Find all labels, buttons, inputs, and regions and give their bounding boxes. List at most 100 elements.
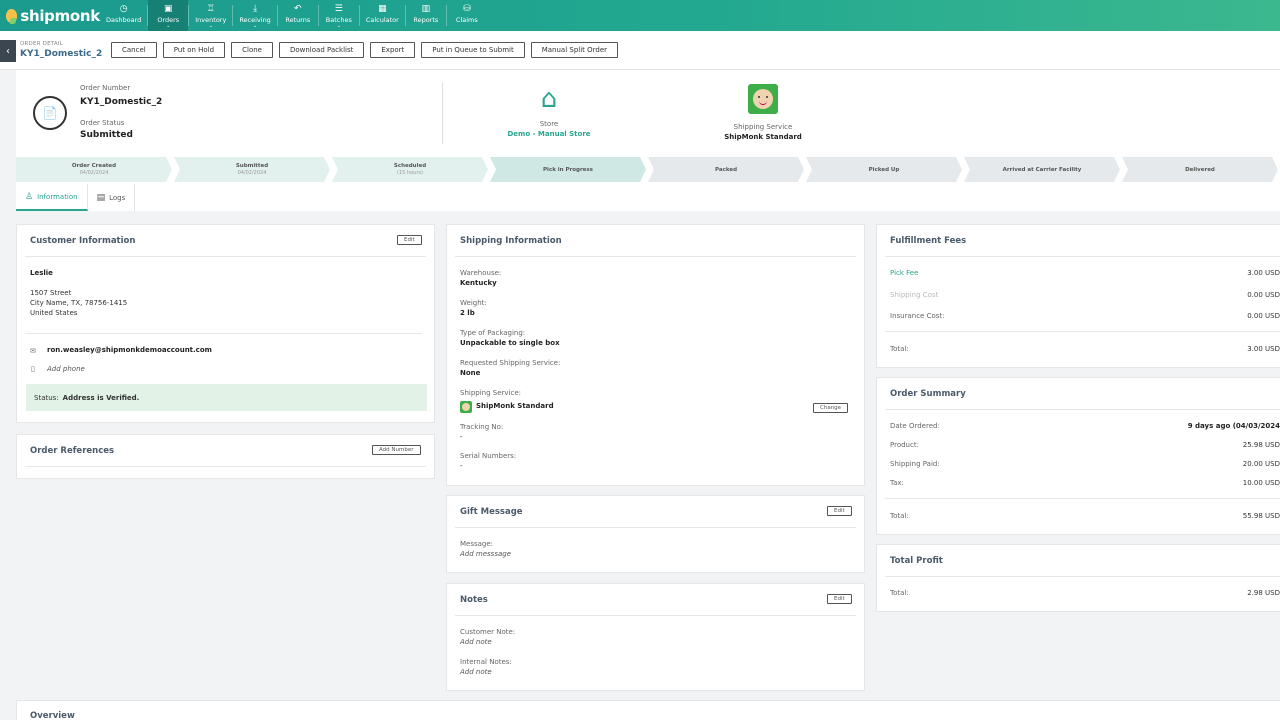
divider bbox=[25, 333, 422, 334]
inventory-icon: ♖ bbox=[206, 3, 215, 14]
put-on-hold-button[interactable]: Put on Hold bbox=[162, 42, 226, 58]
person-icon: ♙ bbox=[25, 191, 34, 202]
returns-icon: ↶ bbox=[294, 3, 302, 14]
warehouse-value: Kentucky bbox=[460, 279, 497, 287]
calculator-icon: ▦ bbox=[378, 3, 387, 14]
store-value[interactable]: Demo - Manual Store bbox=[499, 130, 599, 138]
requested-service-value: None bbox=[460, 369, 481, 377]
tab-information[interactable]: ♙ Information bbox=[16, 184, 88, 211]
clone-button[interactable]: Clone bbox=[231, 42, 273, 58]
add-phone-link[interactable]: Add phone bbox=[47, 365, 85, 373]
address-line-2: City Name, TX, 78756-1415 bbox=[30, 299, 128, 307]
add-customer-note-link[interactable]: Add note bbox=[460, 638, 492, 646]
shipping-service-label: Shipping Service bbox=[733, 123, 793, 131]
add-message-link[interactable]: Add messsage bbox=[460, 550, 511, 558]
requested-service-label: Requested Shipping Service: bbox=[460, 359, 561, 367]
dashboard-icon: ◷ bbox=[119, 3, 128, 14]
nav-calculator[interactable]: ▦ Calculator bbox=[360, 0, 405, 31]
date-ordered-label: Date Ordered: bbox=[890, 422, 940, 430]
profit-total-value: 2.98 USD bbox=[1247, 589, 1280, 597]
chevron-down-icon: ⌄ bbox=[252, 22, 258, 29]
nav-claims[interactable]: ⛁ Claims bbox=[447, 0, 487, 31]
product-value: 25.98 USD bbox=[1242, 441, 1280, 449]
step-name: Submitted bbox=[235, 163, 269, 169]
summary-total-label: Total: bbox=[890, 512, 909, 520]
nav-dashboard[interactable]: ◷ Dashboard bbox=[100, 0, 147, 31]
nav-label: Dashboard bbox=[106, 15, 142, 24]
packaging-label: Type of Packaging: bbox=[460, 329, 526, 337]
tab-logs[interactable]: ▤ Logs bbox=[88, 184, 136, 211]
edit-customer-button[interactable]: Edit bbox=[397, 235, 422, 245]
page-title: KY1_Domestic_2 bbox=[20, 49, 103, 59]
status-label: Status: bbox=[34, 393, 59, 402]
customer-information-panel: Customer Information Edit Leslie 1507 St… bbox=[16, 224, 435, 423]
tab-label: Logs bbox=[109, 193, 126, 202]
divider bbox=[885, 576, 1280, 577]
overview-panel: Overview bbox=[16, 700, 1280, 720]
pick-fee-label[interactable]: Pick Fee bbox=[890, 269, 918, 277]
step-date: 04/02/2024 bbox=[79, 170, 109, 176]
edit-notes-button[interactable]: Edit bbox=[827, 594, 852, 604]
panel-title: Order Summary bbox=[890, 389, 966, 399]
gift-message-panel: Gift Message Edit Message: Add messsage bbox=[446, 495, 865, 573]
export-button[interactable]: Export bbox=[370, 42, 416, 58]
serial-numbers-label: Serial Numbers: bbox=[460, 452, 517, 460]
shipping-cost-label: Shipping Cost bbox=[890, 291, 939, 299]
panel-title: Shipping Information bbox=[460, 236, 562, 246]
monk-face-icon bbox=[462, 403, 470, 411]
shipping-service-info: Shipping Service ShipMonk Standard bbox=[713, 84, 813, 141]
divider bbox=[885, 256, 1280, 257]
panel-title: Fulfillment Fees bbox=[890, 236, 967, 246]
address-line-1: 1507 Street bbox=[30, 289, 72, 297]
order-status-label: Order Status bbox=[80, 119, 125, 127]
nav-label: Reports bbox=[413, 15, 439, 24]
weight-value: 2 lb bbox=[460, 309, 475, 317]
order-number: KY1_Domestic_2 bbox=[80, 97, 163, 107]
panel-title: Total Profit bbox=[890, 556, 943, 566]
edit-gift-message-button[interactable]: Edit bbox=[827, 506, 852, 516]
add-number-button[interactable]: Add Number bbox=[372, 445, 421, 455]
divider bbox=[885, 331, 1280, 332]
divider bbox=[25, 466, 426, 467]
step-name: Delivered bbox=[1185, 166, 1215, 173]
order-references-panel: Order References Add Number bbox=[16, 434, 435, 479]
fulfillment-fees-panel: Fulfillment Fees Pick Fee 3.00 USD Shipp… bbox=[876, 224, 1280, 368]
detail-tabs: ♙ Information ▤ Logs bbox=[16, 184, 136, 211]
address-status-banner: Status: Address is Verified. bbox=[26, 384, 427, 411]
change-service-button[interactable]: Change bbox=[813, 403, 849, 413]
step-name: Picked Up bbox=[868, 166, 900, 173]
nav-batches[interactable]: ☰ Batches ⌄ bbox=[319, 0, 359, 31]
insurance-cost-value: 0.00 USD bbox=[1247, 312, 1280, 320]
brand-logo[interactable]: shipmonk bbox=[0, 0, 100, 31]
nav-returns[interactable]: ↶ Returns bbox=[278, 0, 318, 31]
divider bbox=[25, 256, 426, 257]
top-navigation: shipmonk ◷ Dashboard ▣ Orders ⌄ ♖ Invent… bbox=[0, 0, 1280, 31]
tracking-label: Tracking No: bbox=[460, 423, 504, 431]
add-internal-note-link[interactable]: Add note bbox=[460, 668, 492, 676]
download-packlist-button[interactable]: Download Packlist bbox=[278, 42, 365, 58]
nav-reports[interactable]: ▥ Reports bbox=[406, 0, 446, 31]
back-button[interactable]: ‹ bbox=[0, 40, 16, 62]
order-detail-header: ‹ ORDER DETAIL KY1_Domestic_2 Cancel Put… bbox=[0, 31, 1280, 70]
put-in-queue-button[interactable]: Put in Queue to Submit bbox=[421, 42, 525, 58]
panel-title: Gift Message bbox=[460, 507, 523, 517]
customer-email[interactable]: ron.weasley@shipmonkdemoaccount.com bbox=[47, 346, 212, 354]
step-scheduled: Scheduled (15 hours) bbox=[332, 157, 488, 182]
chevron-down-icon: ⌄ bbox=[166, 22, 171, 29]
nav-orders[interactable]: ▣ Orders ⌄ bbox=[148, 0, 189, 31]
nav-receiving[interactable]: ⤓ Receiving ⌄ bbox=[233, 0, 277, 31]
manual-split-order-button[interactable]: Manual Split Order bbox=[530, 42, 619, 58]
nav-inventory[interactable]: ♖ Inventory ⌄ bbox=[189, 0, 232, 31]
step-name: Arrived at Carrier Facility bbox=[1002, 166, 1082, 173]
step-order-created: Order Created 04/02/2024 bbox=[16, 157, 172, 182]
summary-total-value: 55.98 USD bbox=[1242, 512, 1280, 520]
shipping-information-panel: Shipping Information Warehouse: Kentucky… bbox=[446, 224, 865, 486]
step-name: Scheduled bbox=[393, 163, 427, 169]
step-name: Packed bbox=[714, 166, 738, 173]
panel-title: Notes bbox=[460, 595, 488, 605]
insurance-cost-label: Insurance Cost: bbox=[890, 312, 945, 320]
tax-label: Tax: bbox=[890, 479, 904, 487]
tab-label: Information bbox=[37, 192, 78, 201]
cancel-button[interactable]: Cancel bbox=[111, 42, 157, 58]
step-picked-up: Picked Up bbox=[806, 157, 962, 182]
